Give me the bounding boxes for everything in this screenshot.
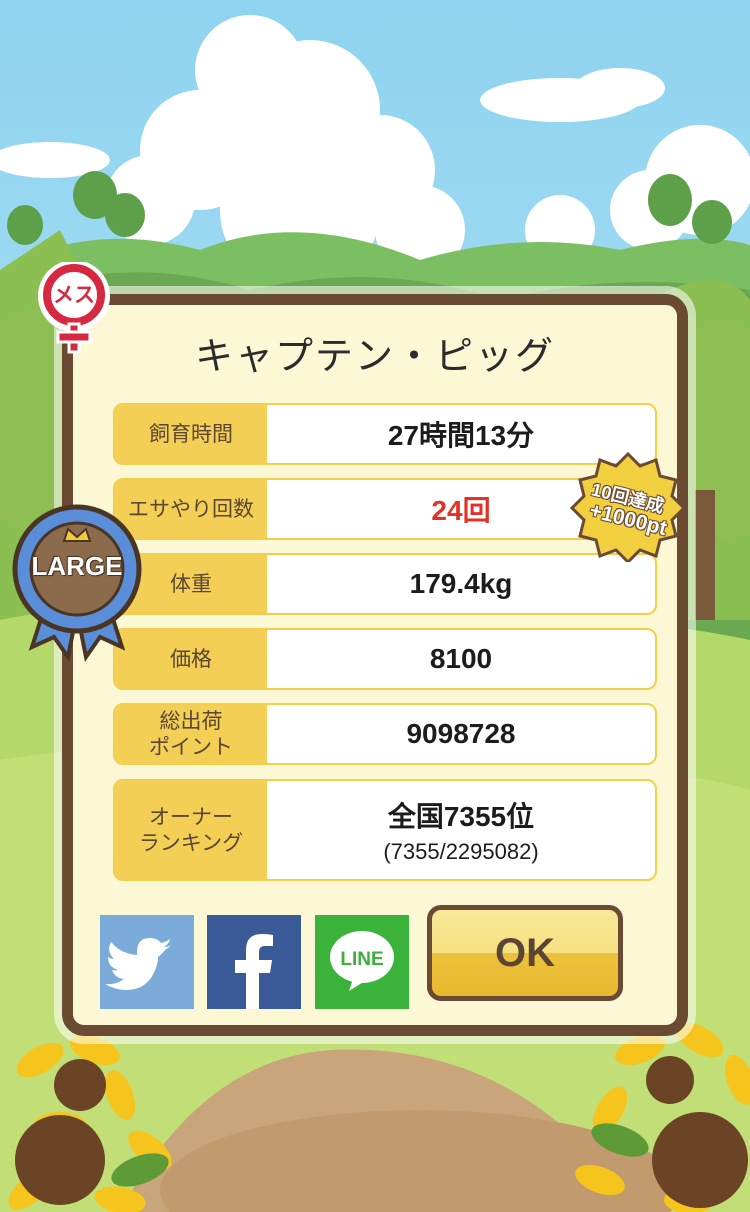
pig-name-title: キャプテン・ピッグ: [194, 334, 555, 378]
ranking-detail: (7355/2295082): [383, 839, 539, 864]
pig-result-dialog: キャプテン・ピッグ 飼育時間 27時間13分 エサやり回数 24回 体重 179…: [62, 294, 688, 1036]
stat-row-price: 価格 8100: [113, 628, 657, 690]
line-label: LINE: [340, 949, 383, 970]
stat-label: 総出荷 ポイント: [115, 705, 267, 763]
ranking-value: 全国7355位 (7355/2295082): [267, 781, 655, 879]
stat-value: 9098728: [406, 718, 516, 749]
bonus-achievement-badge: 10回達成 +1000pt: [568, 451, 688, 565]
gender-label: メス: [53, 283, 95, 307]
size-label: LARGE: [31, 551, 123, 581]
stat-row-owner-ranking: オーナー ランキング 全国7355位 (7355/2295082): [113, 779, 657, 881]
stat-value: 8100: [429, 643, 493, 674]
ranking-position: 全国7355位: [387, 801, 535, 832]
line-logo-icon: LINE: [315, 915, 409, 1009]
stat-label: オーナー ランキング: [115, 781, 267, 879]
twitter-share-button[interactable]: [100, 915, 194, 1009]
stat-value: 179.4kg: [409, 568, 513, 599]
twitter-bird-icon: [100, 915, 194, 1009]
line-share-button[interactable]: LINE: [315, 915, 409, 1009]
size-ribbon: LARGE: [12, 497, 142, 667]
female-badge: メス: [36, 260, 126, 362]
stat-row-weight: 体重 179.4kg: [113, 553, 657, 615]
stat-row-shipping-points: 総出荷 ポイント 9098728: [113, 703, 657, 765]
ok-button[interactable]: OK: [427, 905, 623, 1001]
female-symbol-icon: [38, 260, 110, 354]
stat-label: 飼育時間: [115, 405, 267, 463]
facebook-share-button[interactable]: [207, 915, 301, 1009]
facebook-f-icon: [207, 915, 301, 1009]
